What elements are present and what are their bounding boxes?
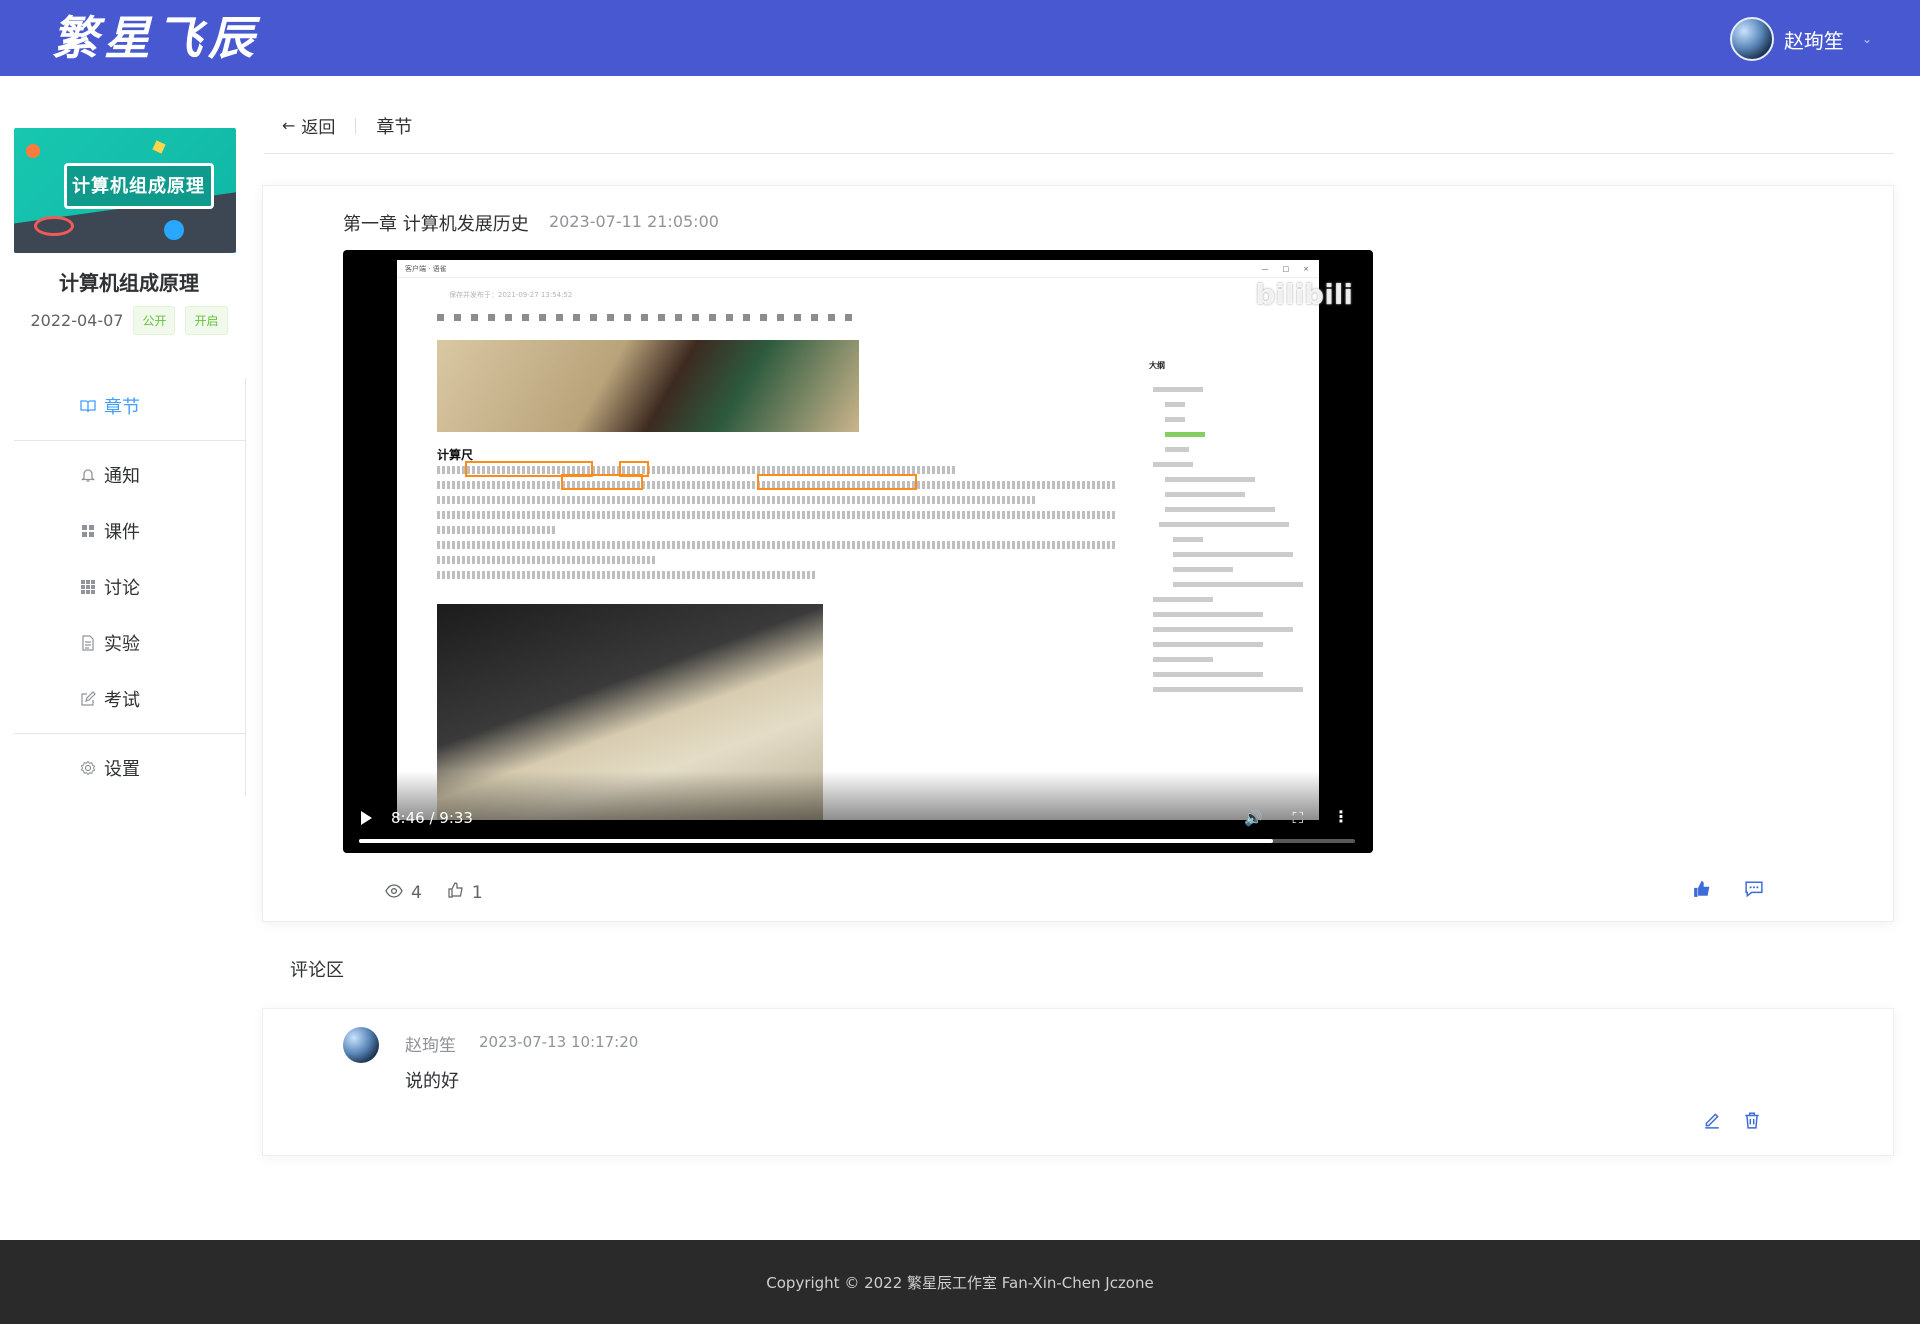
course-sidebar: 计算机组成原理 计算机组成原理 2022-04-07 公开 开启 (14, 128, 244, 335)
comment-icon (1745, 880, 1763, 902)
user-avatar[interactable] (1729, 17, 1774, 61)
back-label: 返回 (301, 118, 336, 138)
chapter-actions (1691, 880, 1765, 902)
thumbs-up-icon (1693, 880, 1711, 902)
video-time: 8:46 / 9:33 (391, 809, 473, 827)
course-meta: 2022-04-07 公开 开启 (14, 306, 244, 335)
edit-icon (80, 691, 96, 707)
site-logo[interactable]: 繁星飞辰 (52, 12, 260, 64)
course-nav: 章节 通知 课件 讨论 实验 考试 设置 (14, 378, 246, 796)
chapter-card: 第一章 计算机发展历史 2023-07-11 21:05:00 客户端 · 语雀… (262, 185, 1894, 922)
video-progress-fill (359, 839, 1274, 843)
course-date: 2022-04-07 (30, 311, 124, 330)
inner-photo (437, 340, 859, 432)
thumbs-up-outline-icon (448, 882, 464, 903)
delete-comment-button[interactable] (1741, 1111, 1763, 1133)
likes-stat: 1 (448, 882, 483, 903)
fullscreen-icon[interactable]: ⛶ (1292, 809, 1303, 827)
nav-label: 实验 (104, 634, 140, 655)
eye-icon (385, 883, 403, 903)
like-button[interactable] (1691, 880, 1713, 902)
video-player[interactable]: 客户端 · 语雀 — □ × 保存并发布于：2021-09-27 13:54:52 … (343, 250, 1373, 853)
comment-actions (1701, 1111, 1763, 1133)
page-footer: Copyright © 2022 繁星辰工作室 Fan-Xin-Chen Jcz… (0, 1240, 1920, 1324)
public-tag: 公开 (133, 306, 176, 335)
comment-item: 赵珣笙 2023-07-13 10:17:20 说的好 (262, 1008, 1894, 1156)
page-header: ← 返回 章节 (264, 98, 1894, 154)
nav-label: 通知 (104, 466, 140, 487)
video-progress-bar[interactable] (359, 839, 1355, 843)
document-icon (80, 635, 96, 651)
comments-header: 评论区 (290, 960, 344, 981)
course-cover-text: 计算机组成原理 (72, 176, 205, 197)
course-title: 计算机组成原理 (59, 271, 199, 295)
nav-label: 设置 (104, 759, 140, 780)
gear-icon (80, 760, 96, 776)
play-icon[interactable] (361, 811, 372, 825)
inner-save-line: 保存并发布于：2021-09-27 13:54:52 (449, 291, 573, 299)
video-frame: 客户端 · 语雀 — □ × 保存并发布于：2021-09-27 13:54:52 … (397, 260, 1319, 820)
nav-item-courseware[interactable]: 课件 (14, 503, 245, 559)
top-header: 繁星飞辰 赵珣笙 ⌄ (0, 0, 1920, 76)
nav-label: 课件 (104, 522, 140, 543)
volume-icon[interactable]: 🔊 (1244, 809, 1263, 827)
nav-label: 考试 (104, 690, 140, 711)
comment-button[interactable] (1743, 880, 1765, 902)
back-button[interactable]: ← 返回 (264, 113, 335, 138)
inner-toolbar (437, 314, 1137, 324)
bilibili-watermark: bilibili (1255, 278, 1353, 311)
apps-icon (80, 579, 96, 595)
grid-icon (80, 523, 96, 539)
trash-icon (1743, 1111, 1761, 1133)
user-menu[interactable]: 赵珣笙 ⌄ (1729, 17, 1872, 61)
nav-item-exam[interactable]: 考试 (14, 671, 245, 727)
nav-label: 章节 (104, 397, 140, 418)
open-tag: 开启 (185, 306, 228, 335)
inner-outline-panel: 大纲 (1149, 360, 1309, 740)
comment-avatar (343, 1027, 379, 1063)
views-stat: 4 (385, 883, 422, 903)
likes-count: 1 (471, 882, 483, 903)
nav-item-discussion[interactable]: 讨论 (14, 559, 245, 615)
book-icon (80, 398, 96, 414)
video-controls: 8:46 / 9:33 🔊 ⛶ ⋮ (343, 771, 1373, 853)
arrow-left-icon: ← (282, 116, 296, 135)
chapter-date: 2023-07-11 21:05:00 (549, 212, 719, 231)
views-count: 4 (411, 882, 422, 903)
copyright-text: Copyright © 2022 繁星辰工作室 Fan-Xin-Chen Jcz… (766, 1273, 1154, 1292)
bell-icon (80, 467, 96, 483)
nav-item-chapters[interactable]: 章节 (14, 378, 245, 434)
comment-author: 赵珣笙 (405, 1036, 456, 1056)
comment-time: 2023-07-13 10:17:20 (479, 1033, 639, 1051)
pen-icon (1703, 1111, 1721, 1133)
inner-window-titlebar: 客户端 · 语雀 — □ × (397, 260, 1319, 278)
nav-label: 讨论 (104, 578, 140, 599)
chapter-title: 第一章 计算机发展历史 (343, 214, 529, 235)
more-options-icon[interactable]: ⋮ (1333, 807, 1349, 826)
page-title: 章节 (376, 116, 413, 138)
nav-item-settings[interactable]: 设置 (14, 740, 245, 796)
user-name[interactable]: 赵珣笙 (1784, 25, 1844, 54)
course-cover-image: 计算机组成原理 (14, 128, 236, 253)
edit-comment-button[interactable] (1701, 1111, 1723, 1133)
chevron-down-icon[interactable]: ⌄ (1862, 32, 1872, 46)
comment-body: 说的好 (405, 1071, 459, 1092)
nav-item-notices[interactable]: 通知 (14, 447, 245, 503)
chapter-stats: 4 1 (385, 882, 483, 903)
nav-item-experiment[interactable]: 实验 (14, 615, 245, 671)
